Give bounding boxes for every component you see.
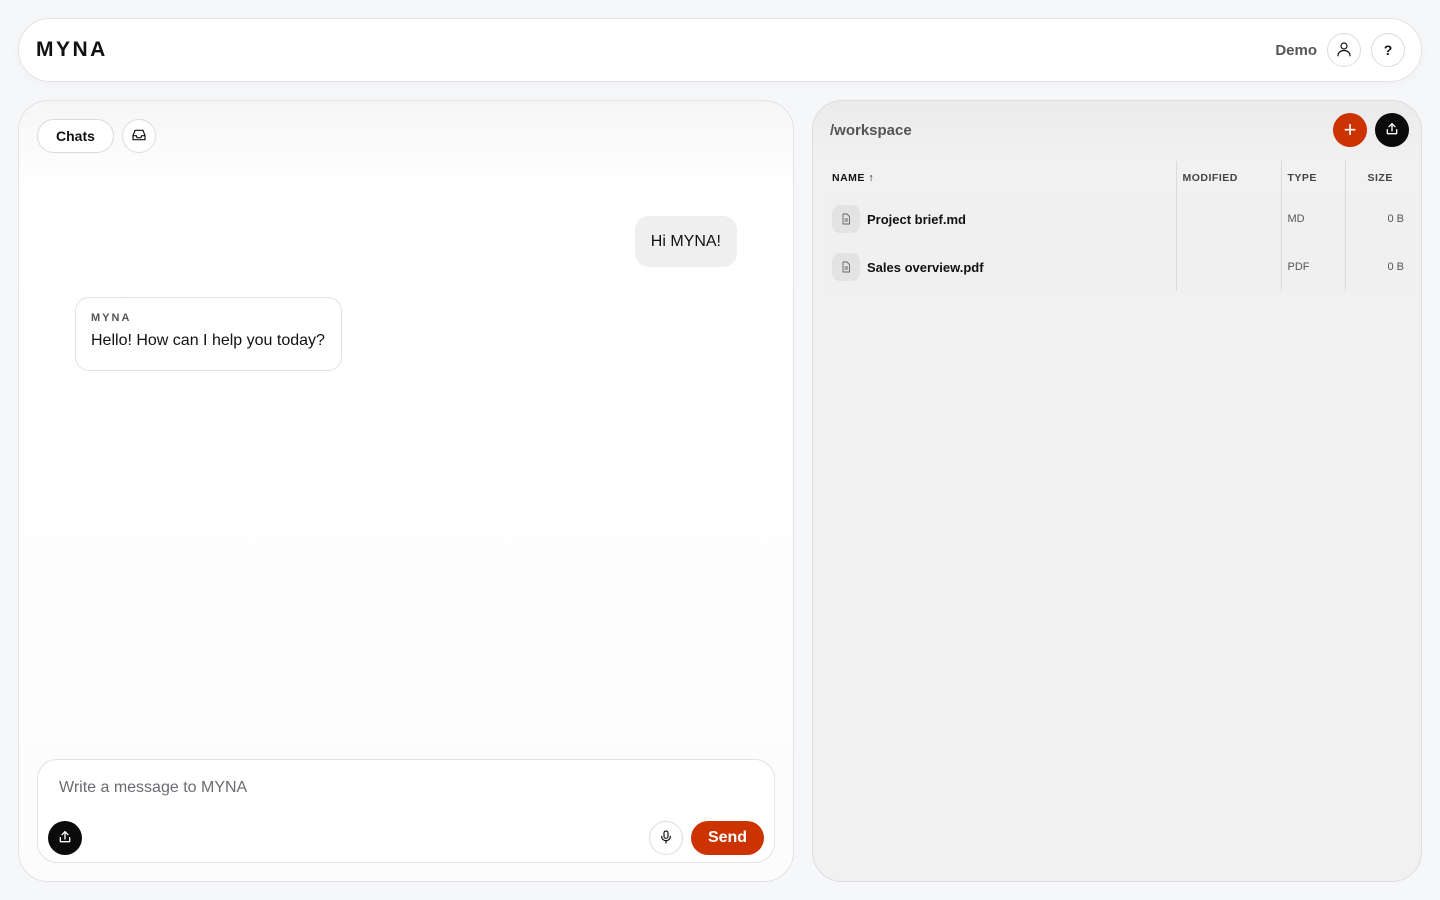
document-icon (832, 253, 860, 281)
send-button[interactable]: Send (691, 821, 764, 855)
message-input[interactable] (59, 774, 739, 802)
file-size: 0 B (1344, 243, 1410, 291)
microphone-icon (658, 829, 674, 848)
help-button[interactable]: ? (1371, 33, 1405, 67)
column-header-name[interactable]: NAME ↑ (824, 161, 1176, 195)
file-browser-panel: /workspace + NAME ↑ MODIFIED TYPE SIZE P… (812, 100, 1422, 882)
file-row[interactable]: Sales overview.pdf PDF 0 B (824, 243, 1410, 291)
attach-upload-button[interactable] (48, 821, 82, 855)
message-composer: Send (37, 759, 775, 863)
file-modified (1175, 195, 1281, 243)
upload-icon (1384, 121, 1400, 140)
assistant-message: MYNA Hello! How can I help you today? (75, 297, 342, 371)
message-text: Hello! How can I help you today? (91, 332, 325, 349)
document-icon (832, 205, 860, 233)
top-bar-actions: Demo ? (1275, 33, 1405, 67)
sort-ascending-icon: ↑ (868, 172, 875, 184)
column-header-modified[interactable]: MODIFIED (1175, 161, 1281, 195)
message-sender: MYNA (91, 312, 132, 324)
top-bar: MYNA Demo ? (18, 18, 1422, 82)
user-name: Demo (1275, 41, 1317, 59)
user-message: Hi MYNA! (634, 216, 737, 267)
chat-header: Chats (37, 119, 156, 153)
message-text: Hi MYNA! (650, 232, 721, 250)
current-path: /workspace (830, 122, 912, 139)
brand-logo: MYNA (36, 38, 108, 61)
chats-button[interactable]: Chats (37, 119, 114, 153)
file-table-header: NAME ↑ MODIFIED TYPE SIZE (824, 161, 1410, 195)
column-header-type[interactable]: TYPE (1280, 161, 1345, 195)
chat-panel: Chats Hi MYNA! MYNA Hello! How can I hel… (18, 100, 794, 882)
inbox-button[interactable] (121, 119, 156, 153)
file-row[interactable]: Project brief.md MD 0 B (824, 195, 1410, 243)
upload-file-button[interactable] (1375, 113, 1409, 147)
file-name: Sales overview.pdf (867, 259, 984, 275)
add-file-button[interactable]: + (1333, 113, 1367, 147)
inbox-icon (131, 127, 147, 146)
file-table: NAME ↑ MODIFIED TYPE SIZE Project brief.… (824, 161, 1410, 291)
microphone-button[interactable] (649, 821, 683, 855)
file-modified (1175, 243, 1281, 291)
upload-icon (57, 829, 73, 848)
user-icon (1335, 40, 1353, 61)
file-name: Project brief.md (867, 211, 966, 227)
file-type: MD (1280, 195, 1345, 243)
user-button[interactable] (1327, 33, 1361, 67)
file-size: 0 B (1344, 195, 1410, 243)
column-header-size[interactable]: SIZE (1344, 161, 1410, 195)
file-type: PDF (1280, 243, 1345, 291)
